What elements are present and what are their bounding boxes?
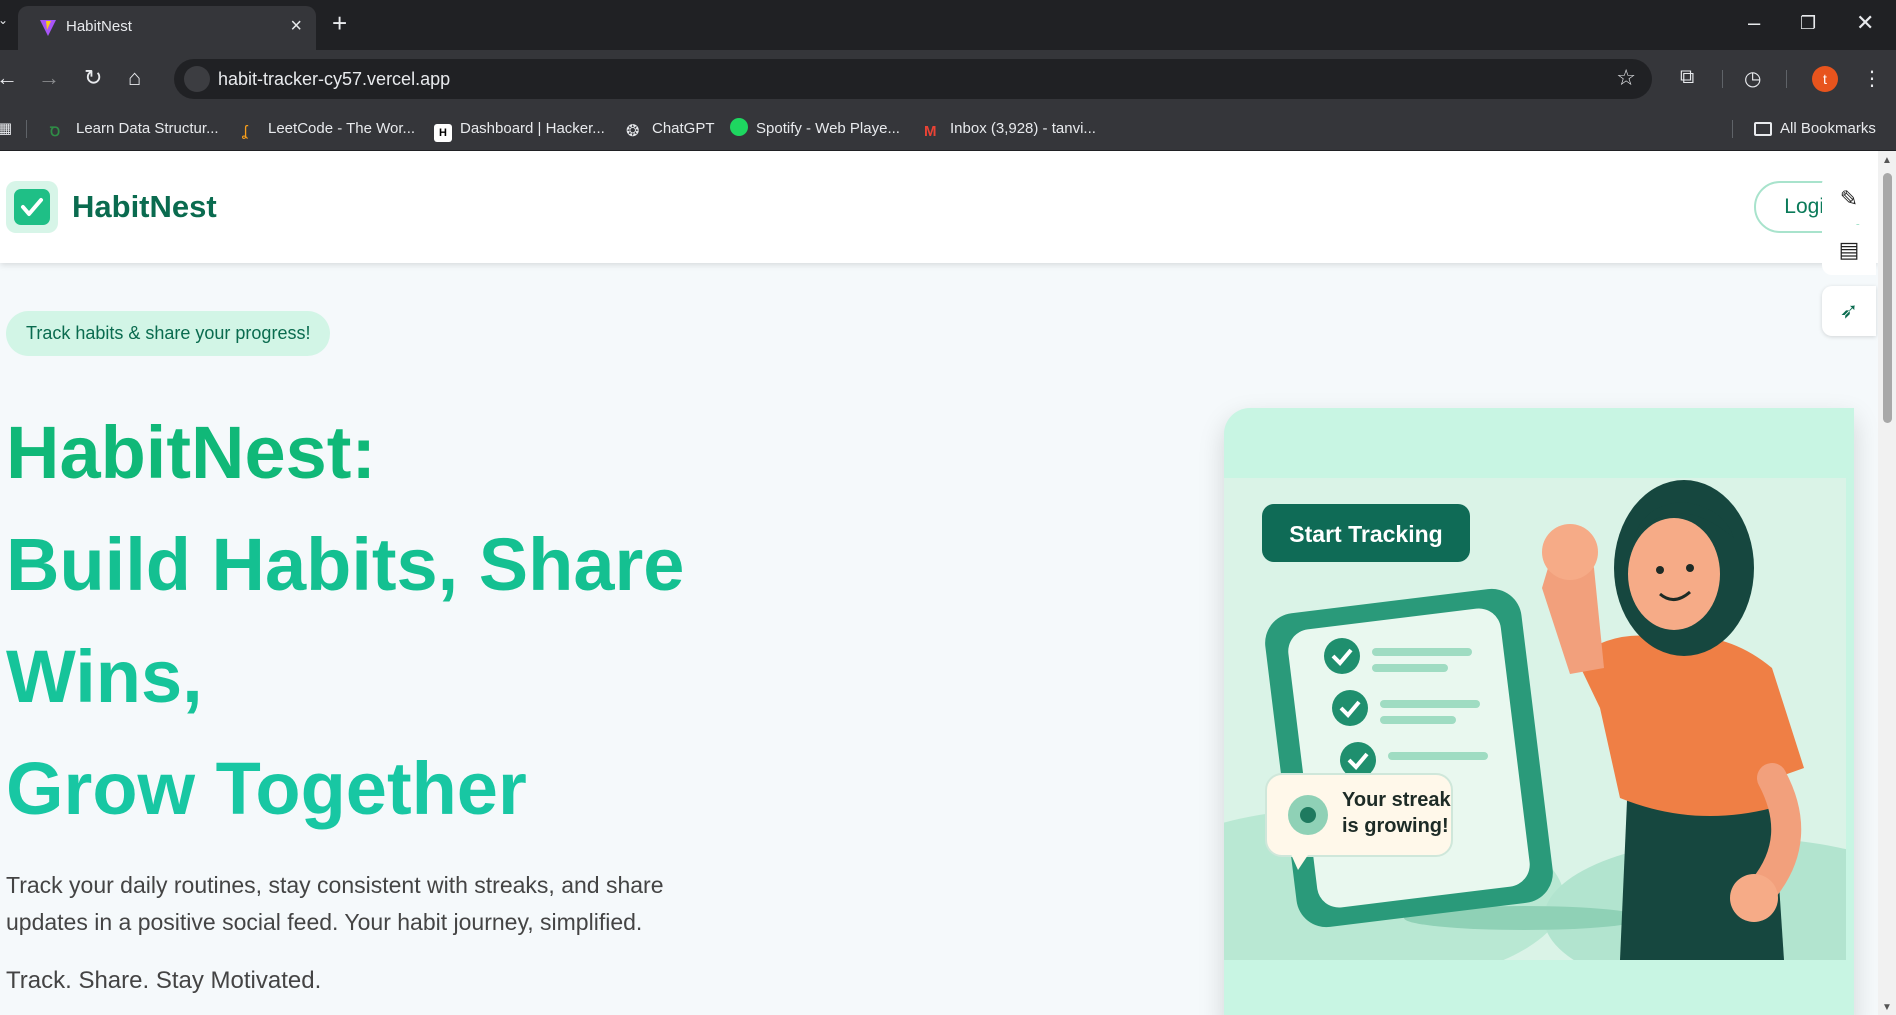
bookmark-label: LeetCode - The Wor... xyxy=(268,120,416,137)
tab-search-icon[interactable]: ⌄ xyxy=(0,13,12,35)
tab-close-icon[interactable]: × xyxy=(290,15,302,38)
toolbar-divider xyxy=(1786,70,1787,88)
browser-tab-bar: ⌄ HabitNest × + – ❐ ✕ xyxy=(0,0,1896,50)
scroll-thumb[interactable] xyxy=(1883,173,1892,423)
address-bar[interactable]: habit-tracker-cy57.vercel.app ☆ xyxy=(174,59,1652,99)
rocket-icon[interactable]: ➶ xyxy=(1822,286,1876,336)
bookmark-label: Dashboard | Hacker... xyxy=(460,120,605,137)
gmail-icon: M xyxy=(924,123,937,140)
bookmarks-divider xyxy=(1732,120,1733,138)
bookmark-label: Spotify - Web Playe... xyxy=(756,120,900,137)
new-tab-icon[interactable]: + xyxy=(332,8,347,39)
calendar-icon[interactable]: ▤ xyxy=(1822,225,1876,275)
bookmark-label: Inbox (3,928) - tanvi... xyxy=(950,120,1096,137)
reload-icon[interactable]: ↻ xyxy=(84,65,102,91)
bookmark-item[interactable]: M Inbox (3,928) - tanvi... xyxy=(924,117,1096,141)
hero-headline-line: HabitNest: xyxy=(6,411,377,494)
all-bookmarks-button[interactable]: All Bookmarks xyxy=(1754,117,1876,141)
bubble-line-1: Your streak xyxy=(1342,789,1451,811)
hackerrank-icon: H xyxy=(434,124,452,142)
hero-tagline: Track. Share. Stay Motivated. xyxy=(6,967,322,994)
site-header: HabitNest Login xyxy=(0,151,1878,263)
hero-illustration: Your streak is growing! Start Tracking xyxy=(1224,478,1846,960)
spotify-icon xyxy=(730,118,748,136)
bubble-line-2: is growing! xyxy=(1342,815,1449,837)
vite-favicon-icon xyxy=(40,20,56,36)
back-icon[interactable]: ← xyxy=(0,65,18,91)
chatgpt-icon: ❂ xyxy=(626,123,640,140)
site-info-icon[interactable] xyxy=(184,66,210,92)
checkbox-logo-icon xyxy=(14,189,50,225)
bookmarks-bar: ▦ Ꝺ Learn Data Structur... ʆ LeetCode - Th… xyxy=(0,108,1896,151)
bookmark-item[interactable]: H Dashboard | Hacker... xyxy=(434,117,605,142)
bookmarks-divider xyxy=(26,120,27,138)
scroll-up-icon[interactable]: ▲ xyxy=(1882,155,1892,166)
restore-icon[interactable]: ❐ xyxy=(1800,13,1816,34)
scroll-down-icon[interactable]: ▼ xyxy=(1882,1002,1892,1013)
minimize-icon[interactable]: – xyxy=(1748,10,1760,36)
history-icon[interactable]: ◷ xyxy=(1744,66,1761,91)
start-tracking-label: Start Tracking xyxy=(1289,521,1442,547)
hero-headline-line: Grow Together xyxy=(6,747,527,830)
url-text: habit-tracker-cy57.vercel.app xyxy=(218,69,451,89)
bookmark-item[interactable]: Spotify - Web Playe... xyxy=(730,117,900,141)
close-window-icon[interactable]: ✕ xyxy=(1856,10,1874,36)
forward-icon[interactable]: → xyxy=(38,65,60,91)
hero-pill: Track habits & share your progress! xyxy=(6,311,331,356)
page-scrollbar[interactable]: ▲ ▼ xyxy=(1878,151,1896,1015)
bookmark-star-icon[interactable]: ☆ xyxy=(1616,65,1636,91)
phone-checklist-graphic xyxy=(1265,588,1553,928)
brand-name[interactable]: HabitNest xyxy=(72,189,217,225)
all-bookmarks-label: All Bookmarks xyxy=(1780,120,1876,137)
hero-illustration-card: Your streak is growing! Start Tracking xyxy=(1224,408,1854,1015)
hero-headline-line: Build Habits, Share xyxy=(6,523,685,606)
toolbar-divider xyxy=(1722,70,1723,88)
bookmark-item[interactable]: ❂ ChatGPT xyxy=(626,117,715,141)
extensions-icon[interactable]: ⧉ xyxy=(1680,66,1694,89)
gfg-icon: Ꝺ xyxy=(50,124,61,139)
hero-headline-line: Wins, xyxy=(6,635,203,718)
start-tracking-graphic: Start Tracking xyxy=(1262,504,1470,562)
bookmark-label: ChatGPT xyxy=(652,120,715,137)
bookmark-item[interactable]: ʆ LeetCode - The Wor... xyxy=(242,117,415,141)
menu-icon[interactable]: ⋮ xyxy=(1862,66,1882,91)
page-viewport: HabitNest Login Track habits & share you… xyxy=(0,151,1878,1015)
folder-icon xyxy=(1754,122,1772,136)
browser-tab[interactable]: HabitNest × xyxy=(18,6,316,50)
logo[interactable] xyxy=(6,181,58,233)
bookmark-label: Learn Data Structur... xyxy=(76,120,219,137)
hero-description: Track your daily routines, stay consiste… xyxy=(6,872,664,935)
side-tool-panel: ✎ ▤ ➶ xyxy=(1822,174,1876,336)
apps-icon[interactable]: ▦ xyxy=(0,117,12,141)
leetcode-icon: ʆ xyxy=(242,123,248,140)
profile-avatar[interactable]: t xyxy=(1812,66,1838,92)
streak-bubble: Your streak is growing! xyxy=(1265,773,1453,870)
browser-toolbar: ← → ↻ ⌂ habit-tracker-cy57.vercel.app ☆ … xyxy=(0,50,1896,108)
edit-icon[interactable]: ✎ xyxy=(1822,174,1876,224)
home-icon[interactable]: ⌂ xyxy=(128,65,141,91)
bookmark-item[interactable]: Ꝺ Learn Data Structur... xyxy=(50,117,219,141)
tab-title: HabitNest xyxy=(66,18,132,35)
